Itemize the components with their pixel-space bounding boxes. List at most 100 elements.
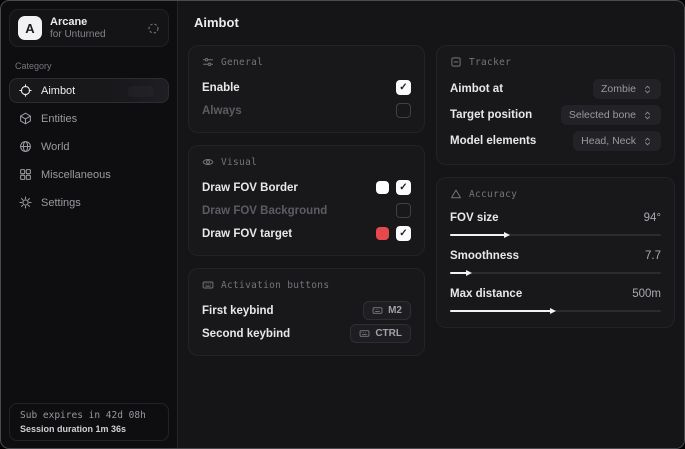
setting-label: Target position: [450, 109, 532, 121]
loader-icon[interactable]: [147, 22, 160, 35]
fov-size-slider[interactable]: [450, 230, 661, 240]
sidebar-item-label: World: [41, 141, 70, 153]
fov-target-checkbox[interactable]: [396, 226, 411, 241]
setting-label: First keybind: [202, 305, 274, 317]
slider-value: 7.7: [645, 250, 661, 262]
tracker-card: Tracker Aimbot at Zombie Target position…: [436, 45, 675, 165]
slider-row: Max distance 500m: [450, 285, 661, 316]
eye-icon: [202, 156, 214, 168]
card-title: Tracker: [469, 57, 511, 68]
color-swatch[interactable]: [376, 227, 389, 240]
setting-label: Draw FOV Background: [202, 205, 327, 217]
topbar: Aimbot: [178, 1, 684, 43]
sidebar-item-label: Entities: [41, 113, 77, 125]
cube-icon: [19, 112, 32, 125]
setting-label: FOV size: [450, 212, 499, 224]
keybind-value: CTRL: [375, 328, 402, 339]
slider-thumb[interactable]: [466, 270, 472, 276]
sidebar-item-label: Aimbot: [41, 85, 75, 97]
setting-row: Target position Selected bone: [450, 103, 661, 127]
keyboard-icon: [359, 328, 370, 339]
subscription-info: Sub expires in 42d 08h Session duration …: [9, 403, 169, 441]
globe-icon: [19, 140, 32, 153]
slider-row: Smoothness 7.7: [450, 247, 661, 278]
keybind-value: M2: [388, 305, 402, 316]
app-header: A Arcane for Unturned: [9, 9, 169, 47]
setting-label: Draw FOV Border: [202, 182, 298, 194]
app-logo: A: [18, 16, 42, 40]
crosshair-icon: [19, 84, 32, 97]
setting-row: Draw FOV Background: [202, 200, 411, 221]
general-card: General Enable Always: [188, 45, 425, 133]
column-left: General Enable Always Visual: [188, 45, 425, 368]
setting-label: Enable: [202, 82, 240, 94]
setting-label: Aimbot at: [450, 83, 503, 95]
select-value: Selected bone: [569, 109, 636, 121]
square-minus-icon: [450, 56, 462, 68]
slider-thumb[interactable]: [550, 308, 556, 314]
fov-border-checkbox[interactable]: [396, 180, 411, 195]
main-panel: Aimbot General Enable Always: [177, 1, 684, 448]
card-title: General: [221, 57, 263, 68]
setting-row: Draw FOV Border: [202, 177, 411, 198]
select-value: Head, Neck: [581, 135, 636, 147]
setting-row: Enable: [202, 77, 411, 98]
card-title: Accuracy: [469, 189, 517, 200]
category-label: Category: [15, 61, 169, 71]
keyboard-icon: [202, 279, 214, 291]
session-duration-text: Session duration 1m 36s: [20, 424, 158, 434]
app-window: A Arcane for Unturned Category Aimbot En…: [0, 0, 685, 449]
sidebar-item-entities[interactable]: Entities: [9, 106, 169, 131]
card-title: Activation buttons: [221, 280, 329, 291]
setting-label: Smoothness: [450, 250, 519, 262]
always-checkbox[interactable]: [396, 103, 411, 118]
page-title: Aimbot: [194, 15, 239, 30]
model-elements-select[interactable]: Head, Neck: [573, 131, 661, 151]
accuracy-card: Accuracy FOV size 94° Smoothness: [436, 177, 675, 328]
sidebar-item-miscellaneous[interactable]: Miscellaneous: [9, 162, 169, 187]
grid-icon: [19, 168, 32, 181]
target-position-select[interactable]: Selected bone: [561, 105, 661, 125]
setting-row: Second keybind CTRL: [202, 323, 411, 344]
setting-label: Always: [202, 105, 242, 117]
activation-card: Activation buttons First keybind M2 Seco…: [188, 268, 425, 356]
slider-value: 94°: [644, 212, 661, 224]
setting-row: Draw FOV target: [202, 223, 411, 244]
second-keybind-button[interactable]: CTRL: [350, 324, 411, 343]
sidebar-item-label: Settings: [41, 197, 81, 209]
app-name: Arcane: [50, 16, 139, 29]
chevrons-up-down-icon: [642, 136, 653, 147]
gear-icon: [19, 196, 32, 209]
column-right: Tracker Aimbot at Zombie Target position…: [436, 45, 675, 340]
active-item-glow: [128, 86, 154, 97]
sliders-icon: [202, 56, 214, 68]
setting-row: Aimbot at Zombie: [450, 77, 661, 101]
slider-value: 500m: [632, 288, 661, 300]
first-keybind-button[interactable]: M2: [363, 301, 411, 320]
card-title: Visual: [221, 157, 257, 168]
max-distance-slider[interactable]: [450, 306, 661, 316]
sidebar-item-aimbot[interactable]: Aimbot: [9, 78, 169, 103]
color-swatch[interactable]: [376, 181, 389, 194]
sidebar: A Arcane for Unturned Category Aimbot En…: [1, 1, 177, 448]
chevrons-up-down-icon: [642, 110, 653, 121]
sub-expires-text: Sub expires in 42d 08h: [20, 410, 158, 421]
fov-background-checkbox[interactable]: [396, 203, 411, 218]
setting-row: Model elements Head, Neck: [450, 129, 661, 153]
setting-row: First keybind M2: [202, 300, 411, 321]
sidebar-item-world[interactable]: World: [9, 134, 169, 159]
slider-row: FOV size 94°: [450, 209, 661, 240]
select-value: Zombie: [601, 83, 636, 95]
sidebar-item-settings[interactable]: Settings: [9, 190, 169, 215]
slider-thumb[interactable]: [504, 232, 510, 238]
setting-label: Model elements: [450, 135, 536, 147]
enable-checkbox[interactable]: [396, 80, 411, 95]
setting-label: Max distance: [450, 288, 522, 300]
setting-label: Draw FOV target: [202, 228, 292, 240]
app-titles: Arcane for Unturned: [50, 16, 139, 40]
sidebar-item-label: Miscellaneous: [41, 169, 111, 181]
smoothness-slider[interactable]: [450, 268, 661, 278]
aimbot-at-select[interactable]: Zombie: [593, 79, 661, 99]
chevrons-up-down-icon: [642, 84, 653, 95]
app-subtitle: for Unturned: [50, 29, 139, 41]
